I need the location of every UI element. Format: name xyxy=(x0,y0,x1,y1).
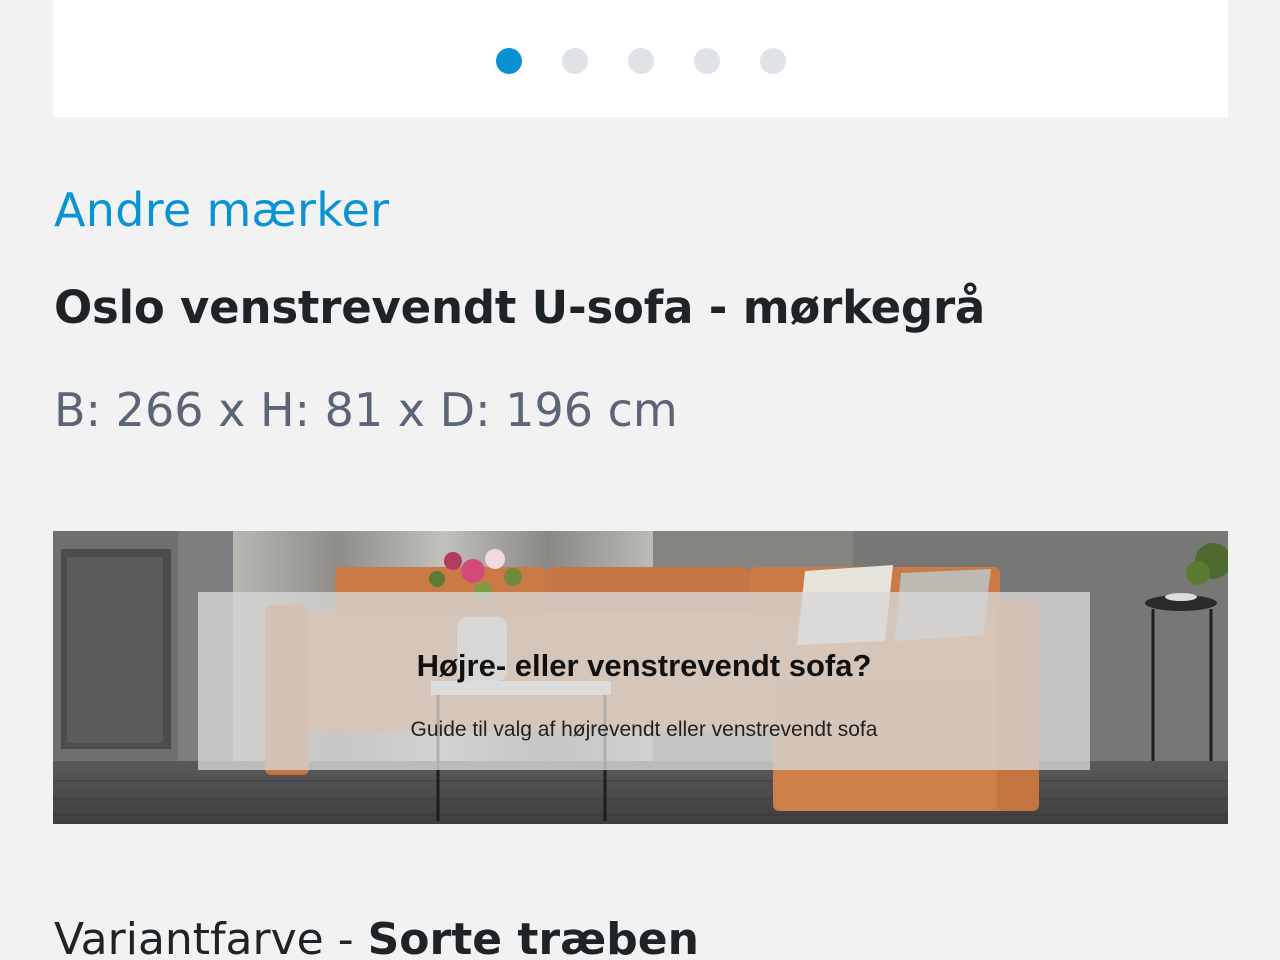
sofa-guide-banner[interactable]: Højre- eller venstrevendt sofa? Guide ti… xyxy=(53,531,1228,824)
product-title: Oslo venstrevendt U-sofa - mørkegrå xyxy=(54,281,986,334)
banner-heading: Højre- eller venstrevendt sofa? xyxy=(416,648,872,683)
carousel-dot-4[interactable] xyxy=(693,48,720,74)
carousel-dot-1[interactable] xyxy=(495,48,522,74)
product-dimensions: B: 266 x H: 81 x D: 196 cm xyxy=(54,383,678,437)
image-carousel xyxy=(53,0,1228,117)
variant-value: Sorte træben xyxy=(367,914,699,960)
carousel-pagination xyxy=(53,48,1228,74)
product-page: Andre mærker Oslo venstrevendt U-sofa - … xyxy=(0,0,1280,960)
carousel-dot-2[interactable] xyxy=(561,48,588,74)
brand-link[interactable]: Andre mærker xyxy=(54,183,389,237)
variant-color-heading: Variantfarve - Sorte træben xyxy=(54,914,699,960)
carousel-dot-3[interactable] xyxy=(627,48,654,74)
banner-subtitle: Guide til valg af højrevendt eller venst… xyxy=(410,718,878,741)
banner-text-panel: Højre- eller venstrevendt sofa? Guide ti… xyxy=(198,592,1090,770)
carousel-dot-5[interactable] xyxy=(759,48,786,74)
variant-label: Variantfarve - xyxy=(54,914,368,960)
